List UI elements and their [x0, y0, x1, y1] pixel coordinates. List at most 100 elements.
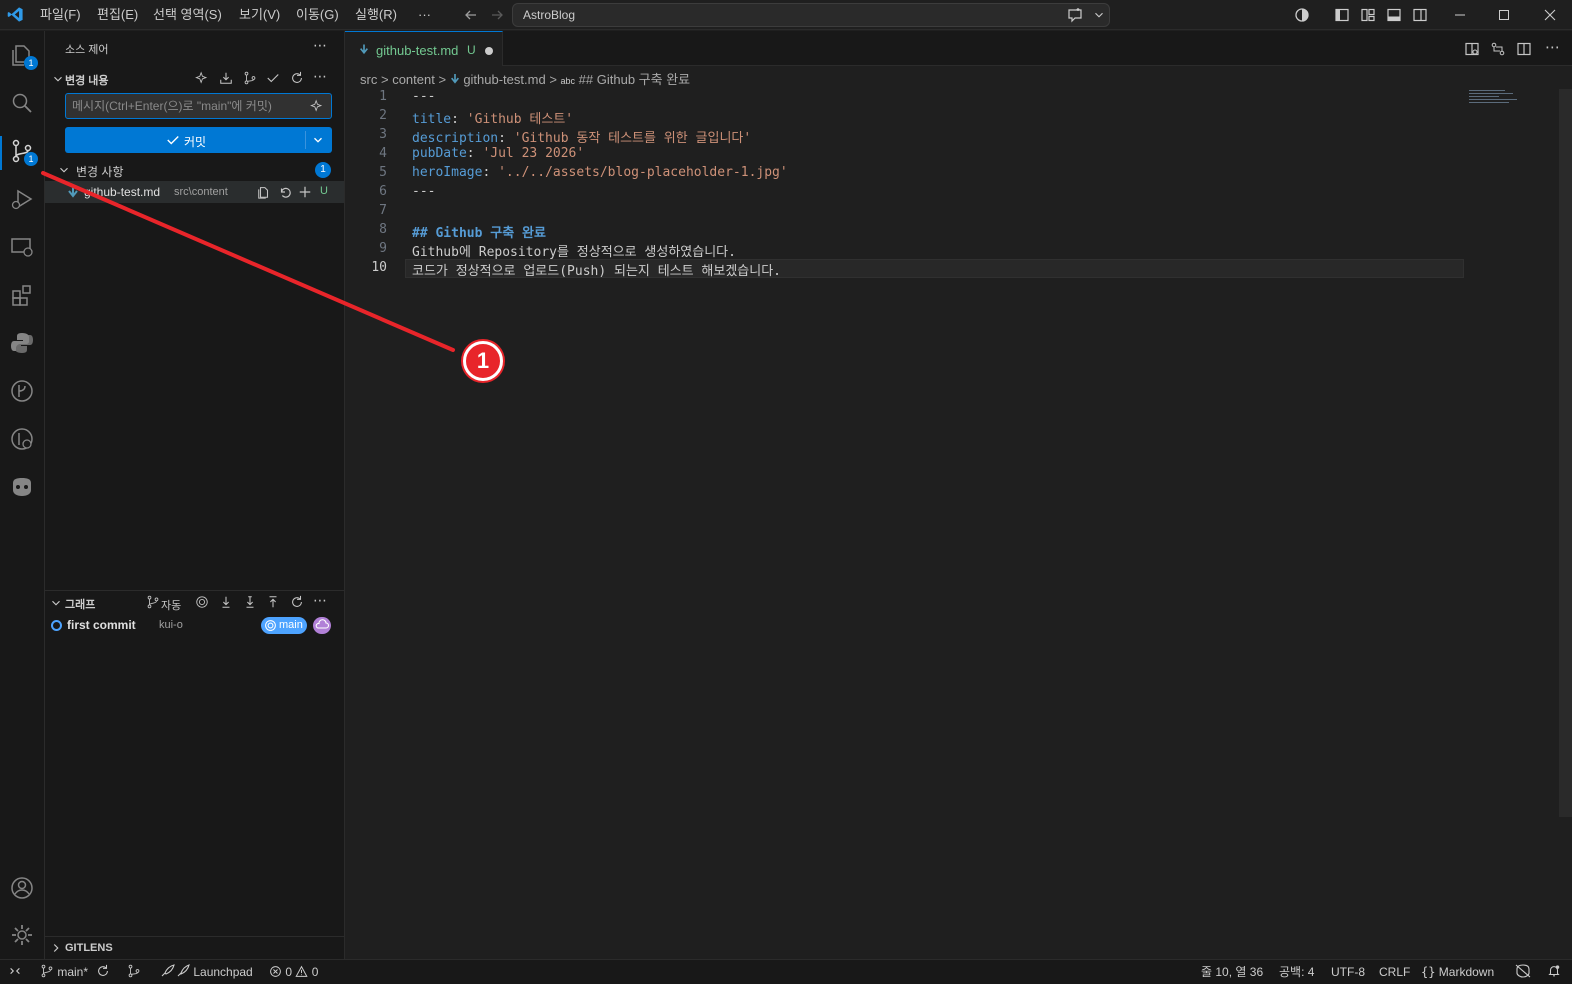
- accounts-icon[interactable]: [8, 874, 36, 902]
- code-line[interactable]: title: 'Github 테스트': [412, 108, 573, 127]
- commit-button[interactable]: 커밋: [65, 127, 332, 153]
- minimap[interactable]: [1467, 87, 1561, 111]
- nav-back-icon[interactable]: [463, 7, 479, 23]
- problems-indicator[interactable]: 0 0: [269, 964, 318, 980]
- code-line[interactable]: pubDate: 'Jul 23 2026': [412, 146, 584, 161]
- nav-forward-icon[interactable]: [489, 7, 505, 23]
- section-divider: [45, 590, 344, 591]
- branch-icon[interactable]: [146, 595, 160, 609]
- menu-go[interactable]: 이동(G): [296, 0, 339, 30]
- minimize-icon[interactable]: [1452, 7, 1468, 23]
- menu-view[interactable]: 보기(V): [239, 0, 280, 30]
- menu-selection[interactable]: 선택 영역(S): [153, 0, 222, 30]
- refresh-icon[interactable]: [290, 595, 304, 609]
- more-icon[interactable]: ⋯: [313, 592, 327, 609]
- target-icon[interactable]: [195, 595, 209, 609]
- copilot-status-icon[interactable]: [1515, 964, 1531, 978]
- remote-cloud-icon[interactable]: [313, 617, 331, 634]
- copilot-icon[interactable]: [8, 473, 36, 501]
- end-of-line[interactable]: CRLF: [1379, 964, 1410, 980]
- open-changes-icon[interactable]: [1490, 41, 1506, 57]
- vertical-scrollbar[interactable]: [1559, 89, 1572, 817]
- breadcrumb-content[interactable]: content: [392, 72, 435, 87]
- language-mode[interactable]: {} Markdown: [1421, 964, 1494, 980]
- source-control-icon[interactable]: 1: [8, 137, 38, 166]
- generate-commit-sparkle-icon[interactable]: [310, 99, 324, 113]
- copilot-chat-icon[interactable]: [1067, 7, 1083, 23]
- indentation[interactable]: 공백: 4: [1279, 964, 1314, 980]
- code-line[interactable]: ---: [412, 184, 435, 199]
- more-icon[interactable]: ⋯: [313, 68, 327, 85]
- code-line[interactable]: ---: [412, 89, 435, 104]
- code-line[interactable]: 코드가 정상적으로 업로드(Push) 되는지 테스트 해보겠습니다.: [412, 260, 781, 279]
- notifications-bell-icon[interactable]: [1547, 964, 1561, 978]
- run-debug-icon[interactable]: [8, 185, 36, 213]
- search-icon[interactable]: [8, 89, 36, 117]
- graph-section-header[interactable]: 그래프 자동 ⋯: [45, 592, 345, 615]
- settings-gear-icon[interactable]: [8, 921, 36, 949]
- gitlens-inspect-icon[interactable]: [8, 425, 36, 453]
- breadcrumb-src[interactable]: src: [360, 72, 377, 87]
- launchpad-item[interactable]: Launchpad: [160, 964, 253, 980]
- more-icon[interactable]: ⋯: [1545, 38, 1560, 56]
- branch-compare-icon[interactable]: [243, 71, 257, 85]
- menu-more[interactable]: ···: [418, 0, 431, 30]
- code-line[interactable]: heroImage: '../../assets/blog-placeholde…: [412, 165, 788, 180]
- stage-changes-plus-icon[interactable]: [298, 185, 312, 199]
- remote-explorer-icon[interactable]: [8, 233, 36, 261]
- graph-icon[interactable]: [127, 964, 141, 978]
- git-graph-icon[interactable]: [8, 377, 36, 405]
- changes-group[interactable]: 변경 사항 1: [45, 159, 345, 181]
- code-line[interactable]: ## Github 구축 완료: [412, 222, 546, 241]
- code-line[interactable]: description: 'Github 동작 테스트를 위한 글입니다': [412, 127, 751, 146]
- split-editor-icon[interactable]: [1516, 41, 1532, 57]
- extensions-icon[interactable]: [8, 281, 36, 309]
- graph-auto-label[interactable]: 자동: [161, 597, 181, 613]
- gitlens-section-header[interactable]: GITLENS: [45, 939, 345, 959]
- maximize-icon[interactable]: [1496, 7, 1512, 23]
- commit-more-chevron-icon[interactable]: [311, 133, 325, 147]
- commit-message-field[interactable]: [65, 93, 332, 119]
- code-token: ---: [412, 184, 436, 199]
- fetch-icon[interactable]: [219, 595, 233, 609]
- changes-section-header[interactable]: 변경 내용 ⋯: [45, 68, 345, 91]
- unsaved-dot-icon[interactable]: [485, 47, 493, 55]
- toggle-panel-icon[interactable]: [1386, 7, 1402, 23]
- command-center[interactable]: AstroBlog: [512, 3, 1110, 27]
- branch-icon: [40, 964, 54, 978]
- changed-file-row[interactable]: github-test.md src\content U: [45, 181, 344, 203]
- menu-run[interactable]: 실행(R): [355, 0, 397, 30]
- breadcrumb-file[interactable]: github-test.md: [463, 72, 545, 87]
- explorer-icon[interactable]: 1: [8, 41, 38, 70]
- accounts-layout-icon[interactable]: [1294, 7, 1310, 23]
- pull-icon[interactable]: [243, 595, 257, 609]
- toggle-secondary-sidebar-icon[interactable]: [1412, 7, 1428, 23]
- sidebar-more-icon[interactable]: ⋯: [313, 37, 327, 54]
- code-line[interactable]: Github에 Repository를 정상적으로 생성하였습니다.: [412, 241, 736, 260]
- branch-indicator[interactable]: main*: [40, 964, 88, 980]
- graph-commit-row[interactable]: first commit kui-o main: [45, 615, 344, 637]
- branch-pill[interactable]: main: [261, 617, 307, 634]
- chevron-down-icon[interactable]: [1092, 8, 1106, 22]
- open-file-icon[interactable]: [257, 185, 271, 199]
- python-icon[interactable]: [8, 329, 36, 357]
- menu-edit[interactable]: 편집(E): [97, 0, 138, 30]
- toggle-primary-sidebar-icon[interactable]: [1334, 7, 1350, 23]
- customize-layout-icon[interactable]: [1360, 7, 1376, 23]
- open-preview-icon[interactable]: [1464, 41, 1480, 57]
- breadcrumb-symbol[interactable]: ## Github 구축 완료: [579, 72, 690, 87]
- encoding[interactable]: UTF-8: [1331, 964, 1365, 980]
- refresh-icon[interactable]: [290, 71, 304, 85]
- check-icon[interactable]: [266, 71, 280, 85]
- tab-github-test-md[interactable]: github-test.md U: [345, 31, 503, 66]
- discard-changes-icon[interactable]: [278, 185, 292, 199]
- cursor-position[interactable]: 줄 10, 열 36: [1201, 964, 1263, 980]
- push-icon[interactable]: [266, 595, 280, 609]
- menu-file[interactable]: 파일(F): [40, 0, 81, 30]
- close-icon[interactable]: [1542, 7, 1558, 23]
- commit-message-input[interactable]: [72, 98, 302, 114]
- pull-icon[interactable]: [219, 71, 233, 85]
- remote-indicator-icon[interactable]: [8, 964, 22, 978]
- sparkle-icon[interactable]: [195, 71, 209, 85]
- sync-icon[interactable]: [96, 964, 110, 978]
